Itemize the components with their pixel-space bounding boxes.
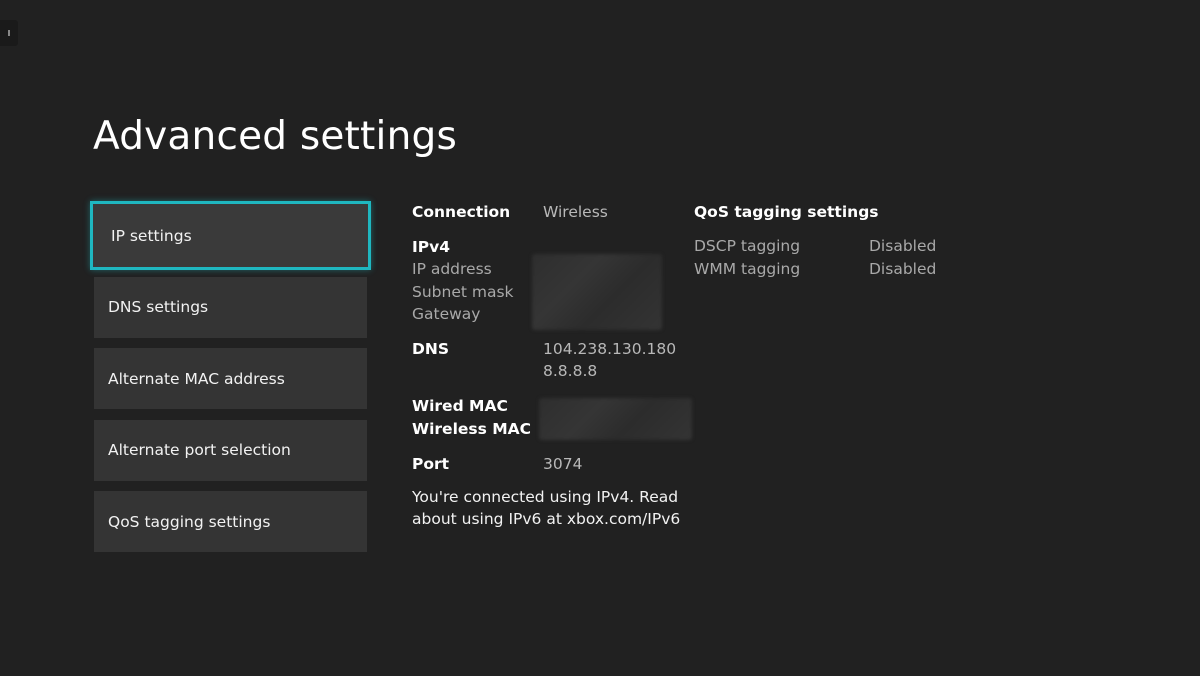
wired-mac-label: Wired MAC: [412, 397, 508, 415]
connection-label: Connection: [412, 203, 511, 221]
ipv4-label: IPv4: [412, 238, 451, 256]
menu-item-label: QoS tagging settings: [108, 512, 271, 531]
subnet-mask-label: Subnet mask: [412, 283, 514, 301]
dscp-tagging-label: DSCP tagging: [694, 237, 801, 255]
qos-section-title: QoS tagging settings: [694, 203, 879, 221]
menu-item-qos-tagging-settings[interactable]: QoS tagging settings: [94, 491, 367, 552]
dns-secondary-value: 8.8.8.8: [543, 362, 598, 380]
ipv6-note-line-2: about using IPv6 at xbox.com/IPv6: [412, 510, 681, 528]
ip-address-label: IP address: [412, 260, 492, 278]
wmm-tagging-value: Disabled: [869, 260, 937, 278]
port-label: Port: [412, 455, 450, 473]
side-handle-icon[interactable]: [0, 20, 18, 46]
menu-item-dns-settings[interactable]: DNS settings: [94, 276, 367, 338]
menu-item-alternate-mac-address[interactable]: Alternate MAC address: [94, 348, 367, 409]
wmm-tagging-label: WMM tagging: [694, 260, 801, 278]
page-title: Advanced settings: [93, 114, 457, 159]
ipv6-note-line-1: You're connected using IPv4. Read: [412, 488, 679, 506]
dscp-tagging-value: Disabled: [869, 237, 937, 255]
dns-primary-value: 104.238.130.180: [543, 340, 677, 358]
port-value: 3074: [543, 455, 583, 473]
gateway-label: Gateway: [412, 305, 481, 323]
redacted-mac-values: [539, 398, 692, 440]
redacted-ip-values: [532, 254, 662, 330]
menu-item-ip-settings[interactable]: IP settings: [90, 201, 371, 270]
advanced-settings-page: Advanced settings IP settings DNS settin…: [0, 0, 1200, 676]
settings-menu: IP settings DNS settings Alternate MAC a…: [90, 201, 371, 563]
connection-value: Wireless: [543, 203, 608, 221]
menu-item-label: DNS settings: [108, 298, 209, 316]
dns-label: DNS: [412, 340, 450, 358]
menu-item-alternate-port-selection[interactable]: Alternate port selection: [94, 419, 367, 481]
menu-item-label: Alternate port selection: [108, 441, 291, 459]
wireless-mac-label: Wireless MAC: [412, 420, 532, 438]
menu-item-label: Alternate MAC address: [108, 369, 285, 388]
menu-item-label: IP settings: [111, 226, 192, 245]
